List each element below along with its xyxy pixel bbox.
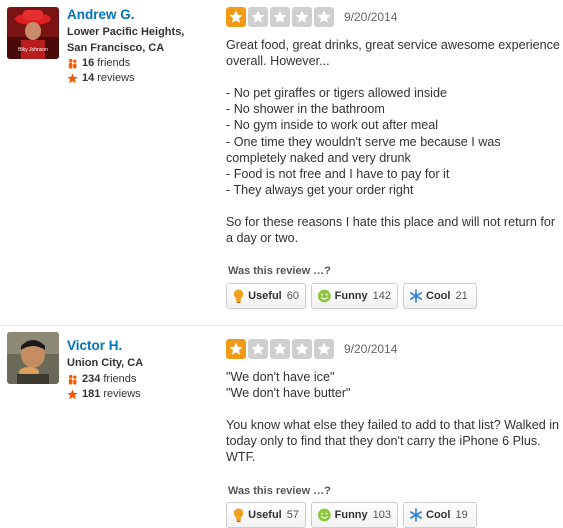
review-vote-prompt: Was this review …?	[228, 485, 331, 497]
friends-count: 234 friends	[67, 372, 207, 387]
cool-count: 21	[455, 290, 468, 302]
avatar-caption: Biky Johnson	[18, 47, 48, 53]
star-icon	[314, 7, 334, 27]
review-body: Great food, great drinks, great service …	[226, 38, 560, 246]
friends-count: 16 friends	[67, 56, 207, 71]
star-icon	[292, 339, 312, 359]
reviews-count: 181 reviews	[67, 387, 207, 402]
star-icon	[270, 339, 290, 359]
avatar[interactable]: Biky Johnson	[7, 7, 59, 59]
star-rating: 9/20/2014	[226, 339, 397, 359]
review-text: "We don't have ice" "We don't have butte…	[226, 369, 561, 466]
cool-button[interactable]: Cool 21	[403, 283, 477, 309]
star-icon	[270, 7, 290, 27]
review-vote-prompt: Was this review …?	[228, 265, 331, 277]
star-icon	[67, 388, 78, 399]
user-location: Lower Pacific Heights, San Francisco, CA	[67, 26, 185, 54]
star-rating: 9/20/2014	[226, 7, 397, 27]
useful-button[interactable]: Useful 60	[226, 283, 306, 309]
funny-count: 103	[372, 509, 391, 521]
snowflake-icon	[409, 289, 422, 303]
avatar[interactable]	[7, 332, 59, 384]
friends-icon	[68, 58, 77, 69]
review-date: 9/20/2014	[344, 342, 398, 356]
useful-count: 60	[286, 290, 299, 302]
snowflake-icon	[409, 508, 422, 522]
review-text: Great food, great drinks, great service …	[226, 37, 561, 246]
useful-button[interactable]: Useful 57	[226, 502, 306, 528]
smiley-icon	[317, 508, 331, 522]
review-card: Biky Johnson Andrew G. Lower Pacific Hei…	[0, 0, 563, 326]
funny-count: 142	[372, 290, 391, 302]
reviews-count: 14 reviews	[67, 71, 207, 86]
review-date: 9/20/2014	[344, 10, 398, 24]
star-icon	[226, 339, 246, 359]
review-card: Victor H. Union City, CA 234 friends 181 r…	[0, 327, 563, 528]
useful-count: 57	[286, 509, 299, 521]
star-icon	[292, 7, 312, 27]
cool-count: 19	[455, 509, 468, 521]
friends-icon	[68, 374, 77, 385]
star-icon	[248, 339, 268, 359]
review-body: "We don't have ice" "We don't have butte…	[226, 370, 560, 465]
funny-button[interactable]: Funny 103	[311, 502, 398, 528]
lightbulb-icon	[233, 289, 244, 304]
star-icon	[226, 7, 246, 27]
user-location: Union City, CA	[67, 357, 144, 369]
lightbulb-icon	[233, 508, 244, 523]
funny-button[interactable]: Funny 142	[311, 283, 398, 309]
cool-button[interactable]: Cool 19	[403, 502, 477, 528]
star-icon	[67, 73, 78, 84]
user-name[interactable]: Victor H.	[67, 337, 207, 355]
review-divider	[0, 325, 563, 326]
star-icon	[248, 7, 268, 27]
smiley-icon	[317, 289, 331, 303]
user-name[interactable]: Andrew G.	[67, 6, 207, 24]
star-icon	[314, 339, 334, 359]
